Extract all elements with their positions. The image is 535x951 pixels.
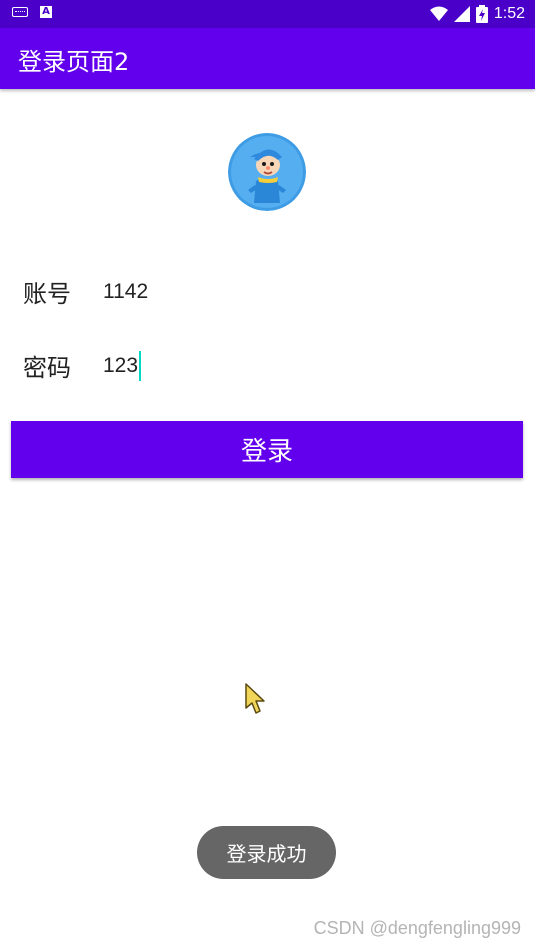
login-button[interactable]: 登录 (11, 421, 523, 478)
account-label: 账号 (23, 280, 71, 308)
account-input[interactable]: 1142 (103, 280, 148, 304)
password-value: 123 (103, 354, 139, 377)
a-icon: A (40, 6, 52, 18)
status-left: A (12, 6, 52, 18)
account-value: 1142 (103, 280, 149, 303)
text-cursor (139, 351, 142, 381)
avatar (228, 133, 306, 211)
app-bar: 登录页面2 (0, 28, 535, 89)
keyboard-icon (12, 7, 28, 17)
watermark: CSDN @dengfengling999 (313, 918, 521, 938)
cartoon-avatar-icon (228, 133, 306, 211)
signal-icon (453, 6, 470, 22)
status-right: 1:52 (429, 3, 525, 25)
battery-charging-icon (475, 5, 488, 23)
status-time: 1:52 (493, 5, 525, 22)
password-input[interactable]: 123 (103, 351, 142, 381)
status-bar: A 1:52 (0, 0, 535, 28)
wifi-icon (429, 6, 448, 21)
toast-message: 登录成功 (197, 826, 336, 879)
mouse-pointer-icon (245, 683, 265, 714)
page-title: 登录页面2 (18, 48, 130, 76)
password-label: 密码 (23, 354, 71, 382)
